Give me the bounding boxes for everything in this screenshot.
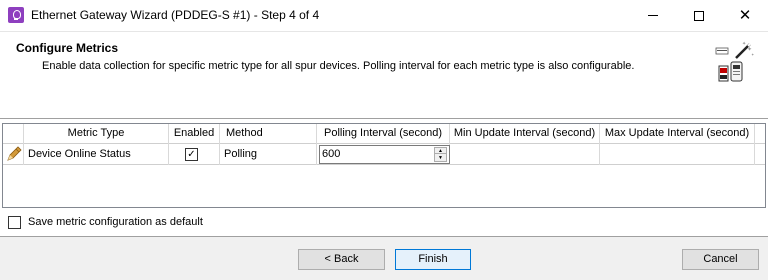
wizard-header: Configure Metrics Enable data collection… xyxy=(0,31,768,120)
stepper-up-icon[interactable]: ▲ xyxy=(435,148,446,154)
cell-max-update-interval[interactable] xyxy=(600,144,755,165)
window-title: Ethernet Gateway Wizard (PDDEG-S #1) - S… xyxy=(31,8,320,22)
wizard-footer: < Back Finish Cancel xyxy=(0,236,768,280)
metrics-grid[interactable]: Metric Type Enabled Method Polling Inter… xyxy=(2,123,766,208)
page-title: Configure Metrics xyxy=(16,41,119,55)
stepper-down-icon[interactable]: ▼ xyxy=(435,155,446,161)
maximize-button[interactable] xyxy=(676,0,722,31)
save-default-option[interactable]: Save metric configuration as default xyxy=(8,214,203,230)
column-header-max-update-interval[interactable]: Max Update Interval (second) xyxy=(600,124,755,144)
close-button[interactable]: ✕ xyxy=(722,0,768,31)
cell-method[interactable]: Polling xyxy=(220,144,317,165)
pencil-icon xyxy=(7,146,22,161)
header-separator xyxy=(0,118,768,120)
column-header-metric-type[interactable]: Metric Type xyxy=(24,124,169,144)
svg-text:✦: ✦ xyxy=(742,41,746,47)
grid-header: Metric Type Enabled Method Polling Inter… xyxy=(3,124,765,144)
minimize-button[interactable] xyxy=(630,0,676,31)
finish-button[interactable]: Finish xyxy=(395,249,471,270)
cancel-button[interactable]: Cancel xyxy=(682,249,759,270)
maximize-icon xyxy=(694,10,704,21)
back-button[interactable]: < Back xyxy=(298,249,385,270)
column-header-method[interactable]: Method xyxy=(220,124,317,144)
column-header-min-update-interval[interactable]: Min Update Interval (second) xyxy=(450,124,600,144)
table-row[interactable]: Device Online Status ✓ Polling 600 ▲ ▼ xyxy=(3,144,765,165)
cell-metric-type: Device Online Status xyxy=(24,144,169,165)
page-description: Enable data collection for specific metr… xyxy=(42,60,635,72)
grid-header-corner xyxy=(3,124,24,144)
column-header-polling-interval[interactable]: Polling Interval (second) xyxy=(317,124,450,144)
polling-interval-stepper[interactable]: 600 ▲ ▼ xyxy=(319,145,450,164)
enabled-checkbox[interactable]: ✓ xyxy=(185,148,198,161)
row-selector[interactable] xyxy=(3,144,24,165)
column-header-enabled[interactable]: Enabled xyxy=(169,124,220,144)
cell-min-update-interval[interactable] xyxy=(450,144,600,165)
svg-text:✦: ✦ xyxy=(751,52,755,57)
title-bar: Ethernet Gateway Wizard (PDDEG-S #1) - S… xyxy=(0,0,768,31)
stepper-buttons: ▲ ▼ xyxy=(434,147,447,162)
save-default-label[interactable]: Save metric configuration as default xyxy=(28,216,203,228)
lightbulb-icon xyxy=(8,7,24,23)
close-icon: ✕ xyxy=(738,6,752,24)
save-default-checkbox[interactable] xyxy=(8,215,21,229)
polling-interval-value[interactable]: 600 xyxy=(322,147,340,162)
cell-enabled: ✓ xyxy=(169,144,220,165)
magic-wand-icon: ✦ ✦ ✦ xyxy=(715,41,755,82)
minimize-icon xyxy=(648,15,658,16)
